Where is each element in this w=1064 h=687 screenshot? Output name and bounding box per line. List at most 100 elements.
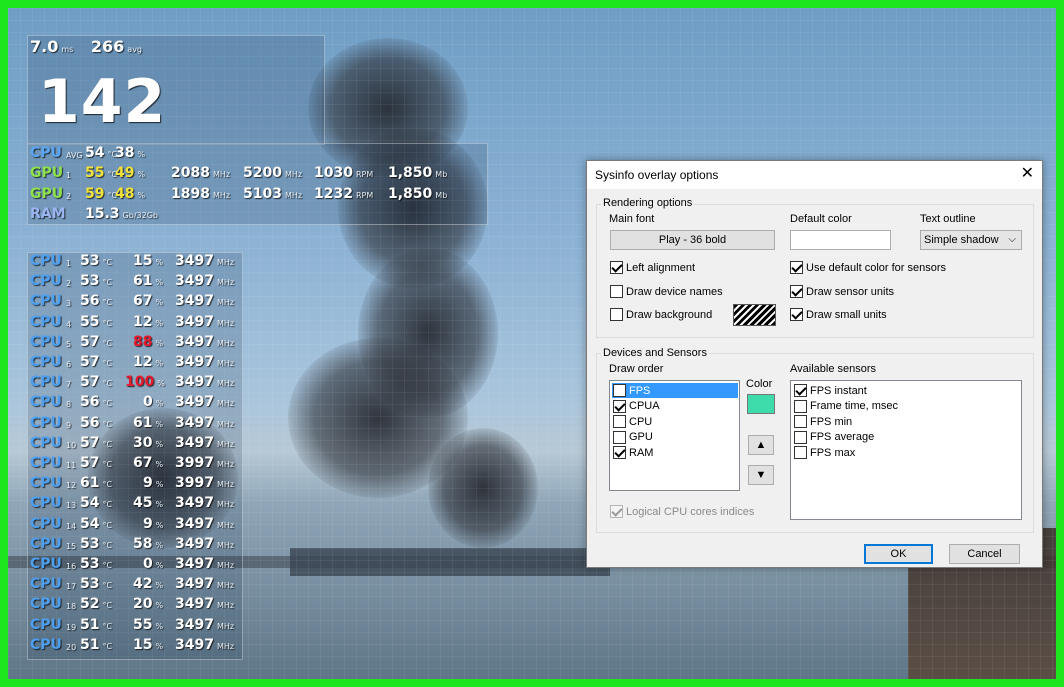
move-up-button[interactable]: ▲ (748, 435, 774, 455)
cpu-core-row: CPU 16 53 °C 0% 3497 MHz (30, 556, 240, 576)
list-item[interactable]: GPU (613, 430, 653, 445)
core-index: 14 (66, 522, 76, 531)
core-temp: 54 °C (80, 516, 112, 532)
core-temp-unit: °C (102, 419, 113, 429)
checkbox-box[interactable] (794, 384, 807, 397)
core-label-value: CPU (30, 374, 62, 391)
core-label-value: CPU (30, 333, 62, 350)
sensor-label: RAM (30, 206, 66, 222)
list-item[interactable]: FPS instant (794, 383, 867, 398)
core-index-value: 3 (66, 299, 72, 309)
sensor-index: 1 (66, 171, 72, 180)
core-index: 19 (66, 623, 76, 632)
text-outline-select[interactable]: Simple shadow ⌵ (920, 230, 1022, 250)
core-clock: 3497 MHz (175, 617, 234, 633)
logical-cores-checkbox[interactable]: Logical CPU cores indices (610, 505, 754, 518)
core-temp-value: 57 (80, 333, 100, 350)
background-color-swatch[interactable] (733, 304, 776, 326)
core-clock-unit: MHz (216, 318, 235, 328)
list-item[interactable]: FPS (612, 383, 738, 398)
core-clock: 3497 MHz (175, 516, 234, 532)
core-load-value: 45 (133, 495, 153, 512)
core-label-value: CPU (30, 616, 62, 633)
list-item[interactable]: Frame time, msec (794, 399, 898, 414)
checkbox-box (790, 285, 803, 298)
core-temp-value: 53 (80, 273, 100, 290)
cancel-button[interactable]: Cancel (949, 544, 1020, 564)
list-item[interactable]: FPS average (794, 430, 874, 445)
list-item[interactable]: FPS max (794, 445, 855, 460)
draw-background-checkbox[interactable]: Draw background (610, 308, 712, 321)
core-load: 58% (133, 536, 163, 552)
cpu-core-row: CPU 15 53 °C 58% 3497 MHz (30, 536, 240, 556)
value-number: 59 (85, 186, 105, 202)
checkbox-box[interactable] (794, 415, 807, 428)
core-index-value: 17 (66, 582, 77, 592)
core-load: 67% (133, 293, 163, 309)
left-alignment-checkbox[interactable]: Left alignment (610, 261, 695, 274)
core-temp-unit: °C (102, 581, 113, 591)
core-temp-unit: °C (102, 298, 113, 308)
draw-sensor-units-checkbox[interactable]: Draw sensor units (790, 285, 894, 298)
sensor-value: 2088 MHz (171, 165, 230, 181)
checkbox-box (610, 308, 623, 321)
core-temp-value: 56 (80, 414, 100, 431)
ok-button[interactable]: OK (864, 544, 933, 564)
core-clock: 3497 MHz (175, 576, 234, 592)
core-load: 67% (133, 455, 163, 471)
list-item[interactable]: FPS min (794, 414, 852, 429)
core-clock-unit: MHz (216, 561, 235, 570)
core-index-value: 11 (66, 461, 77, 470)
checkbox-box[interactable] (613, 446, 626, 459)
core-temp: 53 °C (80, 253, 112, 269)
core-index-value: 9 (66, 420, 72, 430)
core-temp-unit: °C (102, 520, 113, 530)
core-index: 18 (66, 602, 76, 611)
core-index-value: 7 (66, 380, 72, 390)
default-color-swatch[interactable] (790, 230, 891, 250)
draw-order-list[interactable]: FPS CPUA CPU GPU RAM (609, 380, 740, 491)
list-item[interactable]: CPUA (613, 399, 660, 414)
move-down-button[interactable]: ▼ (748, 465, 774, 485)
checkbox-box[interactable] (794, 446, 807, 459)
cpu-core-row: CPU 14 54 °C 9% 3497 MHz (30, 516, 240, 536)
value-unit: % (137, 170, 146, 179)
list-item-label: FPS min (810, 415, 853, 428)
core-load: 12% (133, 354, 163, 370)
checkbox-box[interactable] (613, 430, 626, 444)
use-default-color-checkbox[interactable]: Use default color for sensors (790, 261, 946, 274)
draw-small-units-checkbox[interactable]: Draw small units (790, 308, 887, 321)
checkbox-box[interactable] (613, 384, 626, 397)
core-temp-value: 56 (80, 293, 100, 310)
draw-device-names-checkbox[interactable]: Draw device names (610, 285, 723, 298)
core-label-value: CPU (30, 495, 62, 512)
close-icon[interactable]: ✕ (1021, 165, 1034, 183)
core-load-unit: % (155, 399, 164, 409)
core-load-value: 55 (133, 616, 153, 633)
sensor-color-swatch[interactable] (747, 394, 775, 414)
checkbox-box[interactable] (794, 430, 807, 444)
available-sensors-list[interactable]: FPS instant Frame time, msec FPS min FPS av… (790, 380, 1022, 520)
core-load: 55% (133, 617, 163, 633)
core-label-value: CPU (30, 596, 62, 613)
frametime-value: 7.0 (30, 37, 59, 56)
checkbox-box[interactable] (613, 415, 626, 428)
checkbox-box[interactable] (794, 399, 807, 413)
value-unit: % (137, 150, 146, 159)
core-index-value: 8 (66, 400, 72, 410)
cpu-core-row: CPU 10 57 °C 30% 3497 MHz (30, 435, 240, 455)
list-item[interactable]: RAM (613, 445, 653, 460)
main-font-button[interactable]: Play - 36 bold (610, 230, 775, 250)
core-load: 88% (133, 334, 163, 350)
checkbox-box[interactable] (613, 399, 626, 413)
cpu-core-row: CPU 18 52 °C 20% 3497 MHz (30, 596, 240, 616)
dialog-titlebar[interactable]: Sysinfo overlay options ✕ (587, 161, 1042, 189)
list-item[interactable]: CPU (613, 414, 652, 429)
core-temp-unit: °C (102, 399, 113, 409)
core-clock-value: 3497 (175, 616, 214, 633)
core-load-unit: % (155, 520, 164, 530)
core-temp: 56 °C (80, 415, 112, 431)
main-font-label: Main font (609, 213, 655, 225)
core-load-unit: % (155, 419, 164, 429)
sensor-value: 5103 MHz (243, 186, 302, 202)
